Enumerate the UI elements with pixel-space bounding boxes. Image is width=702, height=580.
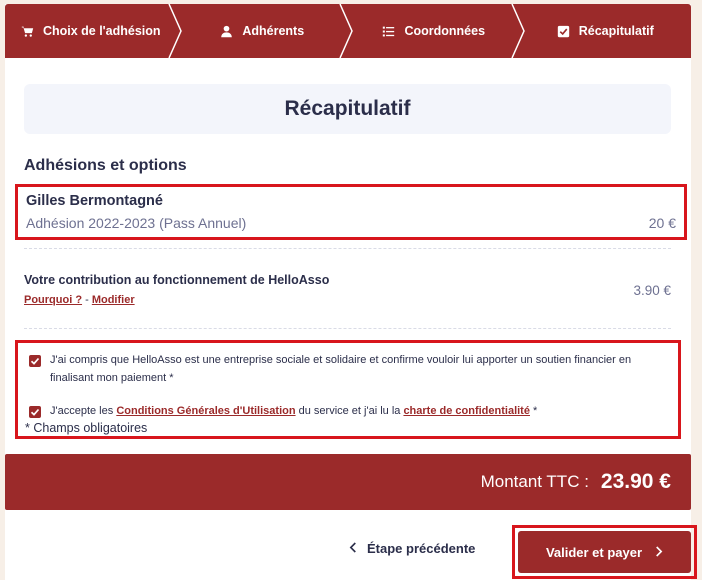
- legal-consents: J'ai compris que HelloAsso est une entre…: [15, 340, 681, 439]
- modify-link[interactable]: Modifier: [92, 294, 135, 306]
- validate-pay-button[interactable]: Valider et payer: [518, 531, 691, 573]
- check-icon: [30, 357, 40, 365]
- pay-button-highlight: Valider et payer: [512, 525, 697, 579]
- user-icon: [220, 25, 233, 38]
- divider: [24, 248, 671, 249]
- page-title: Récapitulatif: [24, 84, 671, 134]
- checkbox-icon: [557, 25, 570, 38]
- member-plan: Adhésion 2022-2023 (Pass Annuel): [26, 215, 247, 231]
- previous-step-button[interactable]: Étape précédente: [349, 541, 475, 556]
- consent-checkbox[interactable]: [29, 355, 41, 367]
- member-name: Gilles Bermontagné: [26, 193, 163, 209]
- step-label: Récapitulatif: [578, 24, 654, 38]
- member-price: 20 €: [648, 215, 676, 231]
- section-title: Adhésions et options: [24, 157, 187, 174]
- step-recapitulatif[interactable]: Récapitulatif: [520, 4, 692, 58]
- link-separator: -: [82, 294, 92, 306]
- contribution-price: 3.90 €: [633, 283, 671, 298]
- chevron-right-icon: [654, 545, 663, 560]
- total-amount: 23.90 €: [600, 470, 671, 493]
- step-label: Adhérents: [242, 24, 305, 38]
- cgu-link[interactable]: Conditions Générales d'Utilisation: [116, 405, 295, 417]
- step-choix-adhesion[interactable]: Choix de l'adhésion: [5, 4, 182, 58]
- checkout-card: Choix de l'adhésion Adhérents Coordonnée…: [5, 4, 697, 580]
- step-adherents[interactable]: Adhérents: [177, 4, 353, 58]
- divider: [24, 328, 671, 329]
- terms-checkbox[interactable]: [29, 406, 41, 418]
- previous-step-label: Étape précédente: [367, 541, 476, 556]
- step-label: Coordonnées: [404, 24, 486, 38]
- contribution-title: Votre contribution au fonctionnement de …: [24, 273, 330, 287]
- total-label: Montant TTC :: [480, 472, 589, 491]
- cart-icon: [21, 25, 34, 38]
- member-summary: Gilles Bermontagné Adhésion 2022-2023 (P…: [15, 184, 687, 240]
- step-label: Choix de l'adhésion: [42, 24, 161, 38]
- total-bar: Montant TTC : 23.90 €: [5, 454, 691, 510]
- required-note: * Champs obligatoires: [25, 421, 148, 435]
- step-coordonnees[interactable]: Coordonnées: [348, 4, 525, 58]
- steps-bar: Choix de l'adhésion Adhérents Coordonnée…: [5, 4, 691, 58]
- step-separator-icon: [167, 4, 182, 58]
- pay-button-label: Valider et payer: [545, 544, 643, 560]
- chevron-left-icon: [349, 541, 358, 556]
- why-link[interactable]: Pourquoi ?: [24, 294, 82, 306]
- terms-middle: du service et j'ai lu la: [295, 405, 404, 417]
- list-icon: [382, 25, 395, 38]
- terms-prefix: J'accepte les: [50, 405, 117, 417]
- step-separator-icon: [510, 4, 525, 58]
- privacy-link[interactable]: charte de confidentialité: [403, 405, 530, 417]
- terms-suffix: *: [529, 405, 538, 417]
- step-separator-icon: [339, 4, 353, 58]
- consent-label: J'ai compris que HelloAsso est une entre…: [50, 354, 632, 384]
- contribution-links: Pourquoi ? - Modifier: [24, 294, 135, 306]
- check-icon: [30, 408, 40, 416]
- terms-label: J'accepte les Conditions Générales d'Uti…: [50, 402, 675, 420]
